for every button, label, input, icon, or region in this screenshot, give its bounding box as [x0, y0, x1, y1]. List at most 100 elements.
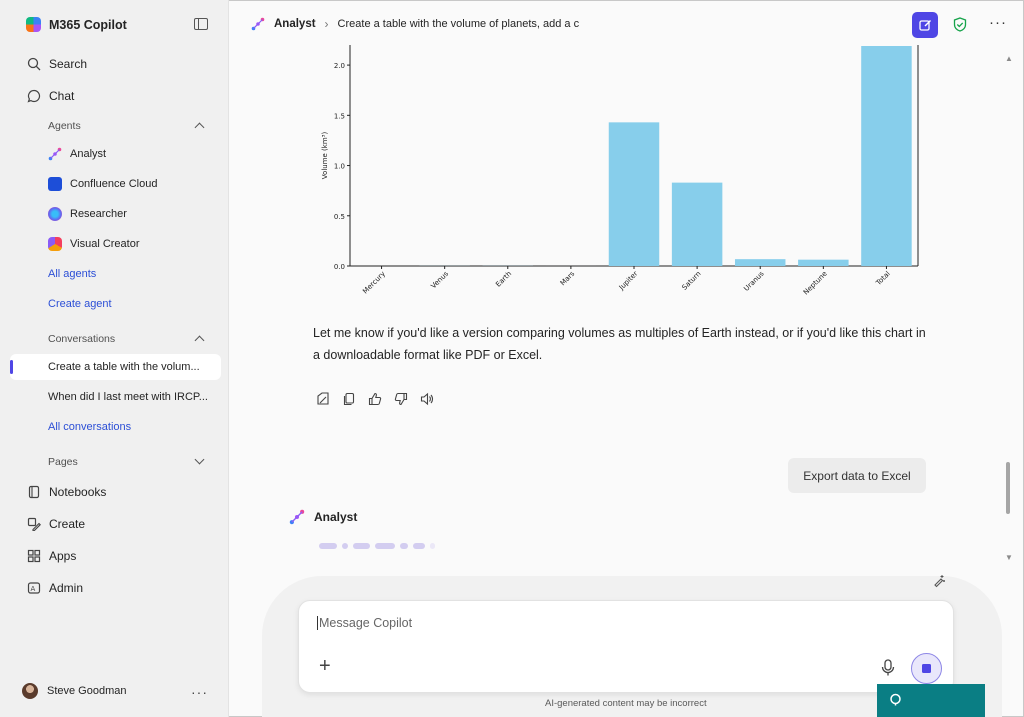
bar-uranus — [734, 259, 786, 266]
chevron-up-icon[interactable] — [194, 335, 205, 346]
search-icon — [26, 57, 41, 72]
more-options-icon[interactable]: ··· — [989, 14, 1007, 31]
nav-search[interactable]: Search — [26, 54, 87, 74]
conversations-section-header[interactable]: Conversations — [48, 333, 115, 345]
scrollbar-thumb[interactable] — [1006, 462, 1010, 514]
overlay-widget[interactable] — [877, 684, 985, 717]
suggestion-export-excel-button[interactable]: Export data to Excel — [788, 458, 926, 493]
sidebar-item-confluence[interactable]: Confluence Cloud — [48, 177, 157, 191]
nav-apps[interactable]: Apps — [26, 546, 76, 566]
chevron-up-icon[interactable] — [194, 122, 205, 133]
sidebar: M365 Copilot Search Chat Agents Analyst … — [0, 0, 229, 717]
nav-admin-label: Admin — [49, 581, 84, 595]
volume-bar-chart: 0.0 0.5 1.0 1.5 2.0 Volume (km³) Mercury Venus E… — [321, 45, 919, 297]
collapse-sidebar-icon[interactable] — [194, 18, 208, 30]
shield-check-icon[interactable] — [953, 17, 967, 32]
sidebar-item-analyst[interactable]: Analyst — [48, 147, 106, 161]
agents-section-header[interactable]: Agents — [48, 120, 81, 132]
researcher-icon — [48, 207, 62, 221]
nav-chat-label: Chat — [49, 89, 75, 103]
scroll-up-arrow[interactable]: ▲ — [1005, 54, 1013, 63]
all-conversations-link[interactable]: All conversations — [48, 421, 131, 433]
analyst-icon — [48, 147, 62, 161]
x-tick-label: Mars — [559, 270, 577, 288]
y-tick-label: 2.0 — [334, 62, 345, 70]
user-profile[interactable]: Steve Goodman — [22, 683, 127, 699]
prompt-suggestions-icon[interactable] — [932, 574, 946, 588]
sidebar-item-label: Confluence Cloud — [70, 178, 158, 190]
bar-jupiter — [608, 122, 660, 266]
sidebar-item-label: Visual Creator — [70, 238, 140, 250]
responding-agent: Analyst — [289, 509, 357, 525]
x-tick-label: Mercury — [361, 270, 387, 296]
svg-text:A: A — [30, 585, 35, 593]
conversation-item[interactable]: When did I last meet with IRCP... — [48, 391, 210, 403]
chevron-down-icon[interactable] — [194, 454, 205, 465]
bar-total — [861, 46, 912, 266]
sidebar-item-label: Analyst — [70, 148, 107, 160]
new-chat-button[interactable] — [912, 12, 938, 38]
conversation-title: Create a table with the volume of planet… — [337, 18, 580, 30]
x-tick-label: Earth — [494, 270, 513, 289]
add-attachment-icon[interactable]: + — [319, 655, 331, 678]
copilot-logo-icon — [26, 17, 41, 32]
x-tick-label: Neptune — [802, 270, 829, 297]
agent-name[interactable]: Analyst — [274, 18, 316, 30]
compose-icon — [918, 19, 931, 31]
header: Analyst › Create a table with the volume… — [229, 0, 1024, 50]
x-tick-label: Saturn — [681, 270, 703, 292]
y-tick-label: 1.5 — [334, 112, 345, 120]
nav-create-label: Create — [49, 517, 86, 531]
copy-icon[interactable] — [341, 391, 356, 406]
nav-notebooks[interactable]: Notebooks — [26, 482, 106, 502]
sidebar-item-researcher[interactable]: Researcher — [48, 207, 127, 221]
feedback-icon — [889, 693, 902, 706]
nav-admin[interactable]: A Admin — [26, 578, 83, 598]
message-composer: + — [298, 600, 954, 693]
assistant-message-text: Let me know if you'd like a version comp… — [313, 326, 926, 362]
scroll-down-arrow[interactable]: ▼ — [1005, 553, 1013, 562]
read-aloud-icon[interactable] — [419, 391, 434, 406]
microphone-icon[interactable] — [881, 659, 895, 677]
app-brand: M365 Copilot — [26, 17, 127, 32]
y-axis-label: Volume (km³) — [321, 132, 329, 180]
bar-saturn — [671, 182, 723, 266]
message-input[interactable] — [317, 616, 817, 630]
x-tick-label: Uranus — [742, 270, 765, 293]
more-options-icon[interactable]: ··· — [191, 684, 208, 700]
nav-search-label: Search — [49, 57, 88, 71]
app-title: M365 Copilot — [49, 17, 127, 32]
x-tick-label: Venus — [430, 270, 451, 291]
ai-disclaimer: AI-generated content may be incorrect — [545, 698, 707, 709]
responding-agent-name: Analyst — [314, 510, 358, 524]
nav-notebooks-label: Notebooks — [49, 485, 107, 499]
nav-create[interactable]: Create — [26, 514, 85, 534]
sidebar-item-visual-creator[interactable]: Visual Creator — [48, 237, 140, 251]
visual-creator-icon — [48, 237, 62, 251]
edit-in-pages-icon[interactable] — [315, 391, 330, 406]
chat-icon — [26, 89, 41, 104]
admin-icon: A — [26, 581, 41, 596]
confluence-icon — [48, 177, 62, 191]
apps-grid-icon — [26, 549, 41, 564]
sidebar-item-label: Researcher — [70, 208, 127, 220]
message-actions — [315, 391, 434, 406]
analyst-icon — [289, 509, 305, 525]
nav-chat[interactable]: Chat — [26, 86, 74, 106]
create-agent-link[interactable]: Create agent — [48, 298, 112, 310]
loading-indicator — [319, 543, 435, 549]
x-tick-label: Total — [874, 270, 892, 288]
conversation-item[interactable]: Create a table with the volum... — [48, 361, 210, 373]
bar-neptune — [798, 259, 849, 266]
stop-icon — [922, 664, 931, 673]
user-name: Steve Goodman — [47, 685, 127, 697]
x-tick-label: Jupiter — [617, 270, 640, 293]
pages-section-header[interactable]: Pages — [48, 456, 78, 468]
create-icon — [26, 517, 41, 532]
thumbs-up-icon[interactable] — [367, 391, 382, 406]
thumbs-down-icon[interactable] — [393, 391, 408, 406]
y-tick-label: 1.0 — [334, 163, 345, 171]
y-tick-label: 0.5 — [334, 213, 345, 221]
all-agents-link[interactable]: All agents — [48, 268, 96, 280]
stop-generating-button[interactable] — [911, 653, 942, 684]
